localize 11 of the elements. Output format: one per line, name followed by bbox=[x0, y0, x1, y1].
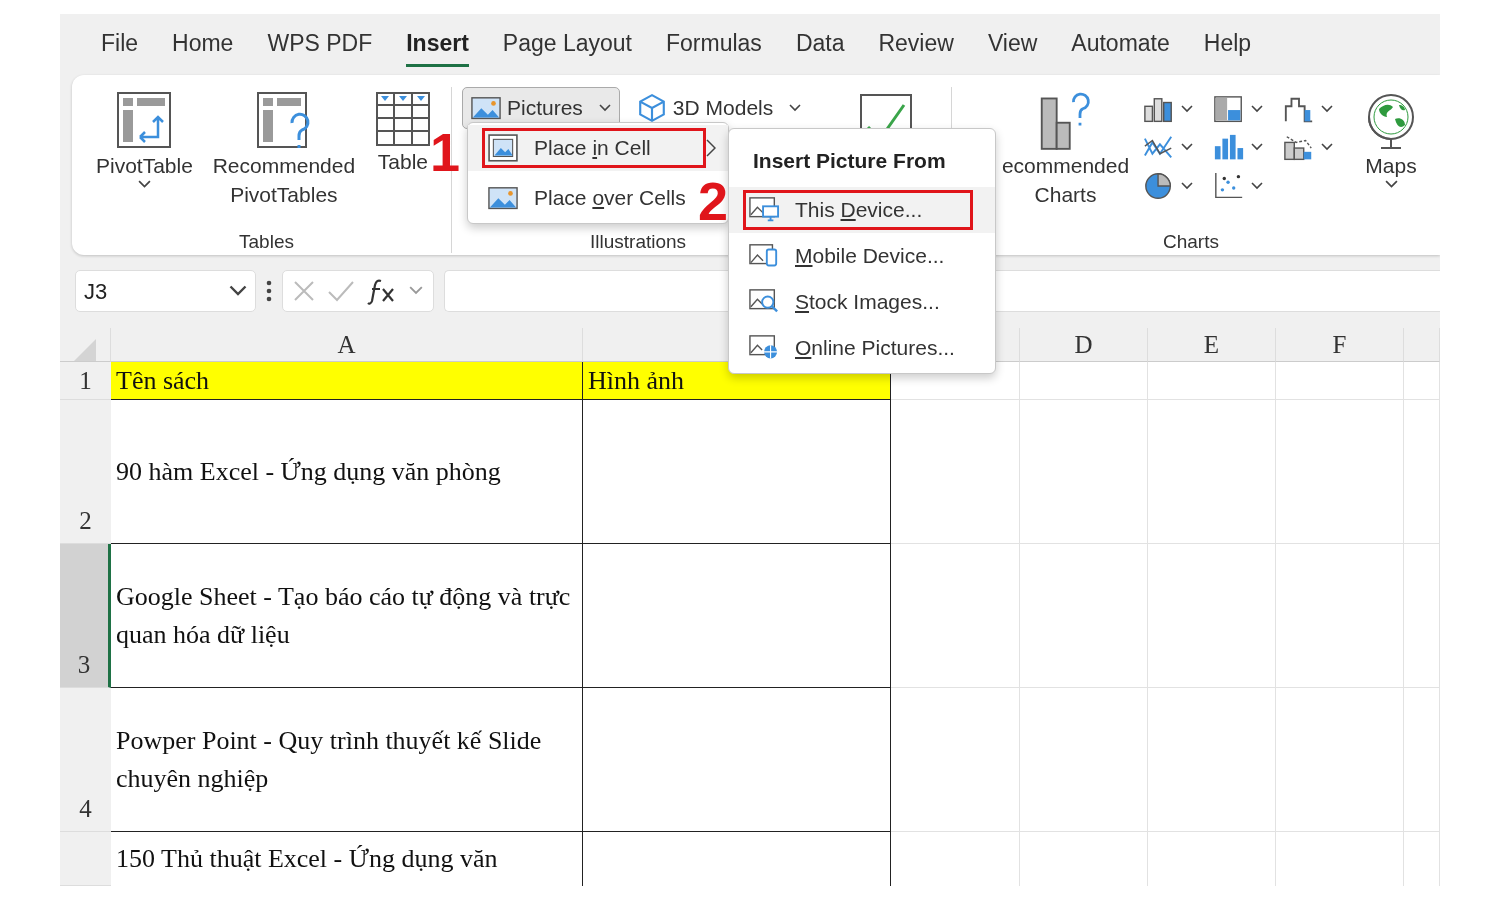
table-cell: 150 Thủ thuật Excel - Ứng dụng văn bbox=[111, 832, 583, 886]
table-cell: 90 hàm Excel - Ứng dụng văn phòng bbox=[111, 400, 583, 544]
table-cell: Tên sách bbox=[111, 362, 583, 400]
group-label: Illustrations bbox=[590, 231, 687, 253]
step-number: 2 bbox=[698, 174, 729, 228]
group-label: Charts bbox=[1162, 231, 1220, 253]
step-number: 1 bbox=[430, 125, 461, 179]
menu-heading: Insert Picture From bbox=[752, 148, 947, 174]
table-cell: Google Sheet - Tạo báo cáo tự động và trực quan hóa dữ liệu bbox=[111, 544, 583, 688]
table-cell: Powper Point - Quy trình thuyết kế Slide chuyên nghiệp bbox=[111, 688, 583, 832]
group-label: Tables bbox=[238, 231, 295, 253]
